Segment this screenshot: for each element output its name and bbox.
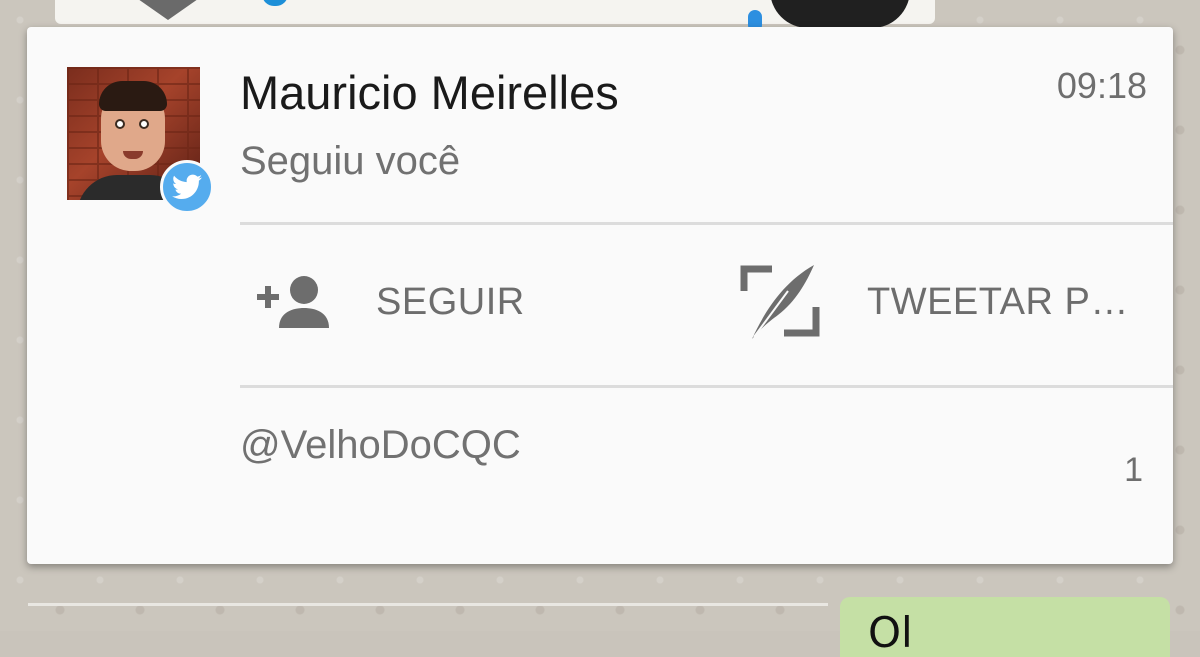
follow-button[interactable]: SEGUIR: [252, 257, 702, 347]
follow-button-label: SEGUIR: [376, 280, 525, 323]
background-divider: [28, 603, 828, 606]
compose-quill-icon: [737, 259, 823, 345]
tweet-reply-button-label: TWEETAR P…: [867, 280, 1129, 323]
notification-subtitle: Seguiu você: [240, 139, 461, 183]
twitter-bird-icon: [160, 160, 214, 214]
tweet-reply-button[interactable]: TWEETAR P…: [737, 257, 1167, 347]
divider: [240, 222, 1173, 225]
notification-card[interactable]: Mauricio Meirelles 09:18 Seguiu você SEG…: [27, 27, 1173, 564]
twitter-handle: @VelhoDoCQC: [240, 423, 521, 467]
background-bubble-text: Ol: [868, 608, 913, 657]
notification-time: 09:18: [1056, 65, 1147, 106]
background-thumbnail: [770, 0, 910, 28]
divider: [240, 385, 1173, 388]
play-icon: [128, 0, 208, 20]
notification-count: 1: [1124, 451, 1143, 489]
notification-title: Mauricio Meirelles: [240, 66, 619, 119]
add-person-icon: [252, 259, 338, 345]
